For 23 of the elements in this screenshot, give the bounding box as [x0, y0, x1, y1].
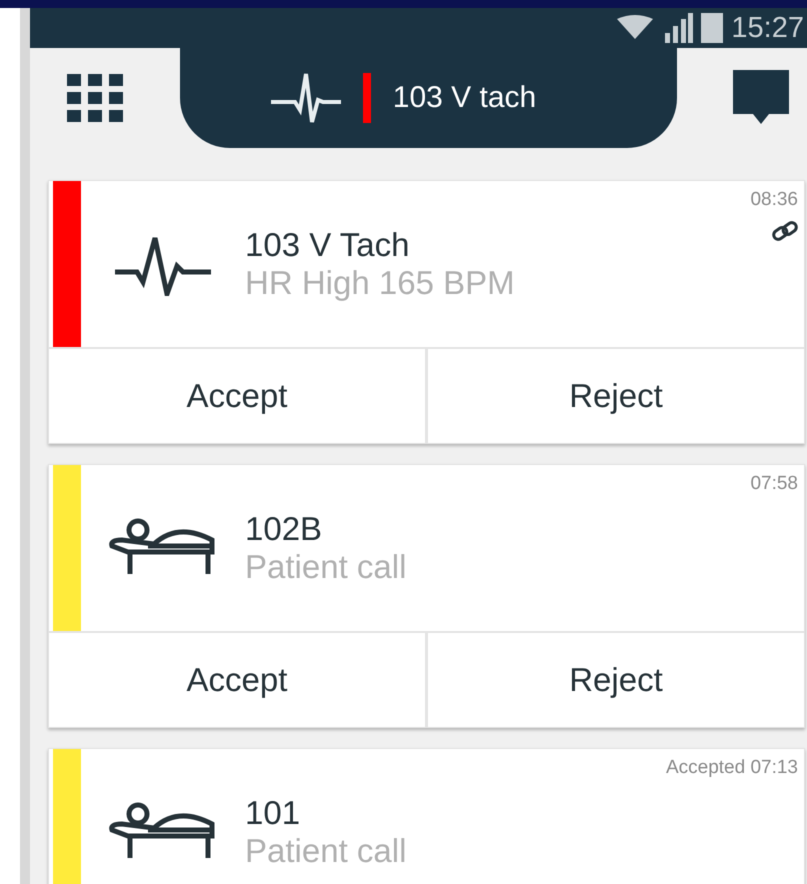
- alarm-description: Patient call: [245, 832, 408, 870]
- apps-grid-icon[interactable]: [67, 74, 123, 122]
- reject-button[interactable]: Reject: [425, 349, 804, 443]
- header-title: 103 V tach: [392, 81, 536, 115]
- alarm-time: Accepted 07:13: [666, 757, 798, 779]
- alarm-description: Patient call: [245, 548, 408, 586]
- alarm-time: 07:58: [750, 473, 798, 495]
- accept-button[interactable]: Accept: [49, 349, 425, 443]
- alarm-card[interactable]: 103 V Tach HR High 165 BPM 08:36 Accept Reject: [48, 180, 805, 444]
- alarm-card[interactable]: 101 Patient call Accepted 07:13: [48, 748, 805, 884]
- battery-icon: [701, 13, 724, 43]
- reject-button[interactable]: Reject: [425, 633, 804, 727]
- wifi-icon: [615, 15, 656, 41]
- alarm-description: HR High 165 BPM: [245, 264, 516, 302]
- alarm-card[interactable]: 102B Patient call 07:58 Accept Reject: [48, 464, 805, 728]
- alarm-title: 101: [245, 794, 302, 832]
- signal-icon: [663, 13, 694, 43]
- alarm-title: 103 V Tach: [245, 226, 411, 264]
- accept-button[interactable]: Accept: [49, 633, 425, 727]
- chat-icon[interactable]: [733, 70, 789, 126]
- alarm-title: 102B: [245, 510, 324, 548]
- clock: 15:27: [731, 12, 804, 44]
- alarm-time: 08:36: [750, 189, 798, 211]
